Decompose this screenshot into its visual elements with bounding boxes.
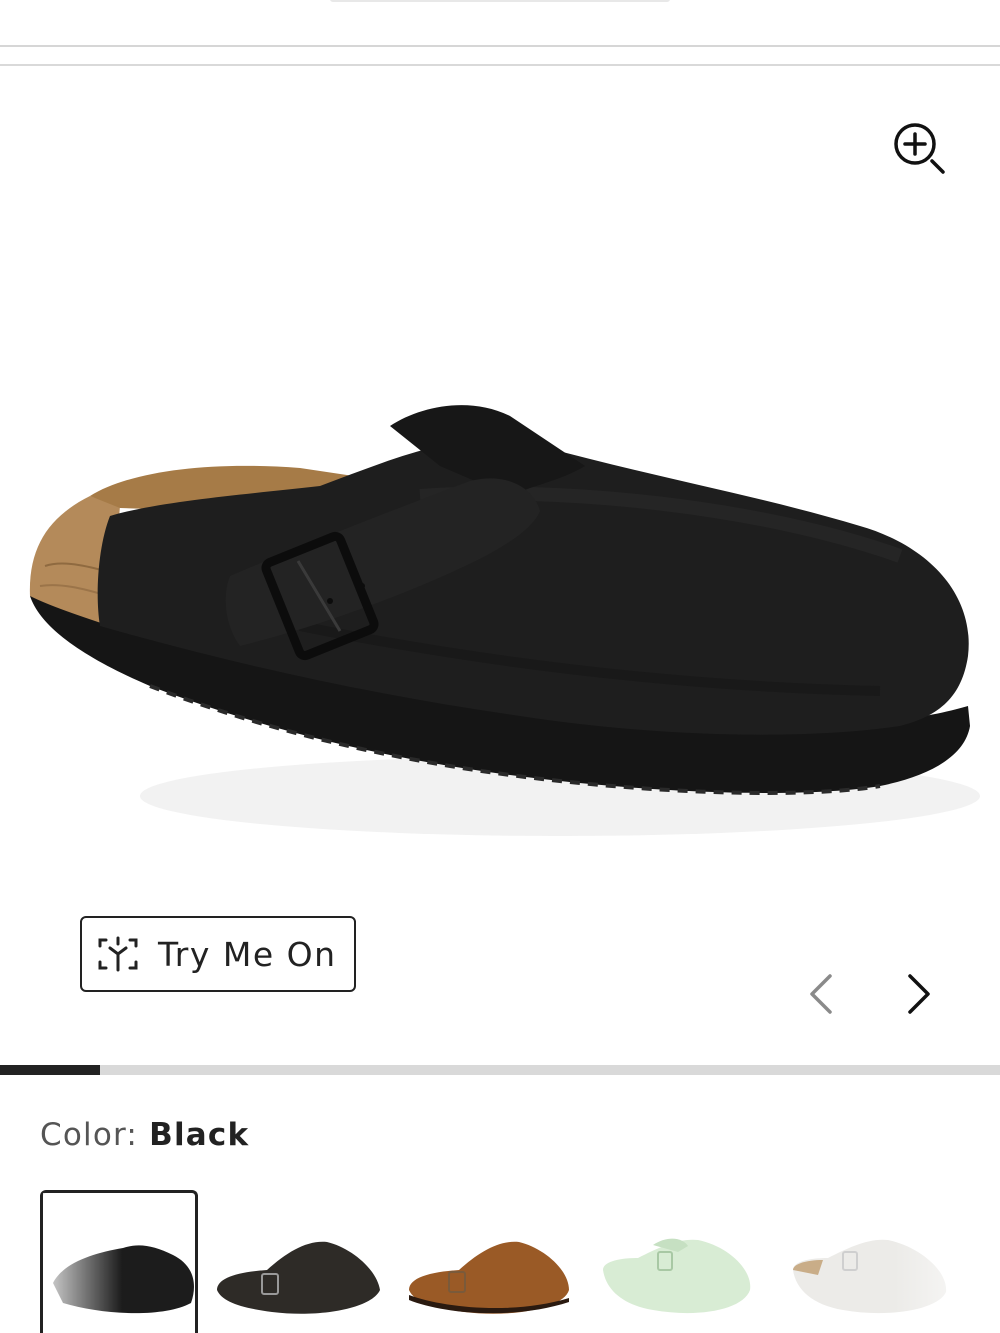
color-label: Color: xyxy=(40,1117,139,1153)
zoom-button[interactable] xyxy=(884,118,954,188)
chevron-right-icon xyxy=(908,974,930,1014)
swatch-mink[interactable] xyxy=(404,1190,574,1333)
chevron-left-icon xyxy=(810,974,832,1014)
color-value: Black xyxy=(149,1117,250,1153)
swatch-faded-lime[interactable] xyxy=(598,1190,768,1333)
zoom-in-icon xyxy=(894,123,945,174)
swatch-mocha[interactable] xyxy=(212,1190,382,1333)
try-me-on-label: Try Me On xyxy=(158,934,337,974)
header-divider xyxy=(0,45,1000,47)
try-me-on-button[interactable]: Try Me On xyxy=(80,916,356,992)
swatch-antique-white[interactable] xyxy=(788,1190,1000,1333)
product-image-black-clog xyxy=(29,405,980,836)
header-title-clipped xyxy=(330,0,670,2)
color-swatch-carousel xyxy=(0,1190,1000,1333)
swatch-black[interactable] xyxy=(40,1190,201,1333)
gallery-progress-bar xyxy=(0,1065,1000,1075)
chevron-left-icon[interactable] xyxy=(55,1193,85,1233)
ar-cube-icon xyxy=(98,936,138,972)
chevron-right-icon[interactable] xyxy=(914,1190,944,1230)
header-bar xyxy=(0,0,1000,66)
gallery-progress-fill xyxy=(0,1065,100,1075)
next-image-button[interactable] xyxy=(893,964,943,1024)
previous-image-button[interactable] xyxy=(797,964,847,1024)
color-selection-label: Color: Black xyxy=(40,1117,249,1153)
product-image-gallery[interactable]: Try Me On xyxy=(0,66,1000,1066)
